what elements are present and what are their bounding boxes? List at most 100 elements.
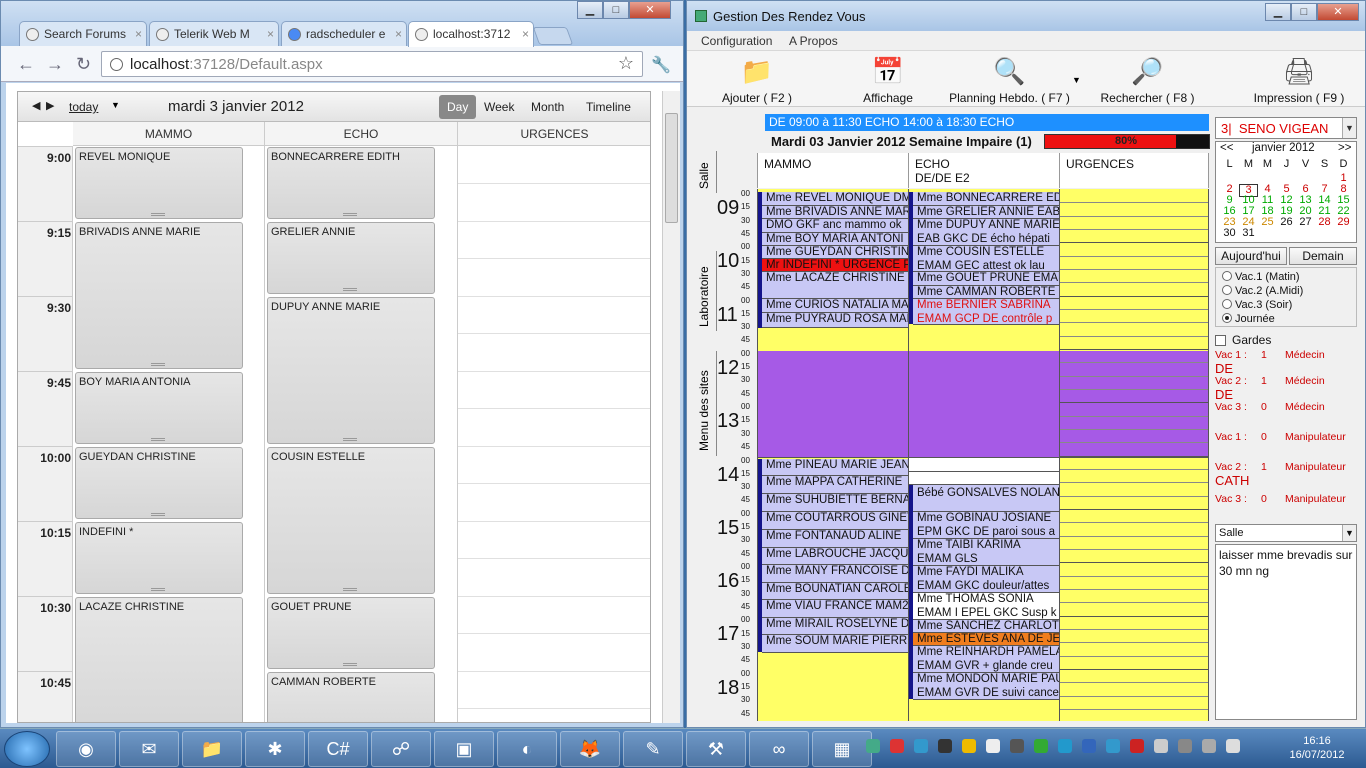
minimize-icon[interactable]: ▁ bbox=[577, 1, 603, 19]
appointment-row[interactable]: Bébé GONSALVES NOLAN bbox=[913, 485, 1059, 512]
display-button[interactable]: 📅 Affichage bbox=[853, 55, 923, 105]
appointment[interactable]: LACAZE CHRISTINE bbox=[75, 597, 243, 722]
view-week[interactable]: Week bbox=[476, 95, 522, 119]
weekly-planning-button[interactable]: 🔍 Planning Hebdo. ( F7 ) bbox=[947, 55, 1072, 105]
wrench-icon[interactable]: 🔧 bbox=[651, 55, 671, 75]
calendar-day[interactable]: 27 bbox=[1296, 217, 1315, 228]
network-taskbar-icon[interactable]: ☍ bbox=[371, 731, 431, 767]
close-tab-icon[interactable]: × bbox=[135, 27, 142, 41]
search-button[interactable]: 🔎 Rechercher ( F8 ) bbox=[1100, 55, 1195, 105]
appointment-row[interactable]: Mme SOUM MARIE PIERRE bbox=[762, 635, 908, 653]
appointment-row[interactable]: Mme CAMMAN ROBERTE E bbox=[913, 286, 1059, 299]
chrome-taskbar-icon[interactable]: ◉ bbox=[56, 731, 116, 767]
tab-menu-des-sites[interactable]: Menu des sites bbox=[695, 351, 717, 456]
prev-month-button[interactable]: << bbox=[1220, 142, 1233, 154]
appointment-row[interactable]: DMO GKF anc mammo ok bbox=[762, 219, 908, 233]
tab-salle[interactable]: Salle bbox=[695, 151, 717, 193]
tray-icon[interactable] bbox=[1058, 739, 1072, 753]
salle-select[interactable]: Salle ▼ bbox=[1215, 524, 1357, 542]
mammo-column[interactable]: REVEL MONIQUE BRIVADIS ANNE MARIE BOY MA… bbox=[73, 146, 265, 722]
address-bar[interactable]: localhost:37128/Default.aspx ☆ bbox=[101, 51, 643, 77]
appointment-row[interactable]: Mme SANCHEZ CHARLOT bbox=[913, 620, 1059, 633]
resize-handle[interactable] bbox=[150, 363, 165, 366]
resize-handle[interactable] bbox=[150, 438, 165, 441]
note-textarea[interactable]: laisser mme brevadis sur 30 mn ng bbox=[1215, 544, 1357, 720]
tray-icon[interactable] bbox=[866, 739, 880, 753]
radio-circle[interactable] bbox=[1222, 299, 1232, 310]
tray-icon[interactable] bbox=[1106, 739, 1120, 753]
appointment[interactable]: GUEYDAN CHRISTINE bbox=[75, 447, 243, 519]
dropdown-arrow-icon[interactable]: ▼ bbox=[1342, 525, 1356, 541]
editor-taskbar-icon[interactable]: ✎ bbox=[623, 731, 683, 767]
prev-day-icon[interactable]: ◀ bbox=[32, 99, 40, 112]
appointment[interactable]: BOY MARIA ANTONIA bbox=[75, 372, 243, 444]
appointment-row[interactable]: Mme GOBINAU JOSIANE bbox=[913, 512, 1059, 526]
appointment-row[interactable]: Mme SUHUBIETTE BERNA bbox=[762, 494, 908, 512]
next-day-icon[interactable]: ▶ bbox=[46, 99, 54, 112]
checkbox[interactable] bbox=[1215, 335, 1226, 347]
close-icon[interactable]: ✕ bbox=[1317, 3, 1359, 21]
resize-handle[interactable] bbox=[150, 588, 165, 591]
resize-handle[interactable] bbox=[342, 213, 357, 216]
minimize-icon[interactable]: ▁ bbox=[1265, 3, 1291, 21]
calendar-day[interactable]: 29 bbox=[1334, 217, 1353, 228]
appointment-row[interactable]: Mme REINHARDH PAMELA bbox=[913, 646, 1059, 660]
echo-column[interactable]: BONNECARRERE EDITH GRELIER ANNIE DUPUY A… bbox=[265, 146, 458, 722]
radio-vac1[interactable]: Vac.1 (Matin) bbox=[1222, 271, 1300, 283]
radio-circle[interactable] bbox=[1222, 271, 1232, 282]
new-tab-button[interactable] bbox=[532, 27, 574, 45]
appointment-row[interactable]: Mme GUEYDAN CHRISTIN bbox=[762, 246, 908, 259]
doctor-select[interactable]: 3| SENO VIGEAN ▼ bbox=[1215, 117, 1357, 139]
appointment-row[interactable]: Mme MONDON MARIE PAU bbox=[913, 673, 1059, 687]
appointment-row[interactable]: Mme DUPUY ANNE MARIE bbox=[913, 219, 1059, 233]
tab-telerik[interactable]: Telerik Web M × bbox=[149, 21, 279, 47]
resize-handle[interactable] bbox=[342, 288, 357, 291]
appointment-row[interactable]: Mme MANY FRANCOISE D bbox=[762, 565, 908, 583]
view-day[interactable]: Day bbox=[439, 95, 477, 119]
appointment-row[interactable]: Mme THOMAS SONIA bbox=[913, 593, 1059, 607]
tab-radscheduler[interactable]: radscheduler e × bbox=[281, 21, 407, 47]
tray-icon[interactable] bbox=[962, 739, 976, 753]
appointment-row[interactable]: Mme CURIOS NATALIA MA bbox=[762, 299, 908, 313]
appointment[interactable]: INDEFINI * bbox=[75, 522, 243, 594]
appointment[interactable]: BRIVADIS ANNE MARIE bbox=[75, 222, 243, 369]
appointment-row[interactable]: Mme LACAZE CHRISTINE bbox=[762, 272, 908, 299]
tray-icon[interactable] bbox=[890, 739, 904, 753]
today-link[interactable]: today bbox=[69, 100, 98, 114]
view-month[interactable]: Month bbox=[523, 95, 572, 119]
appointment[interactable]: GRELIER ANNIE bbox=[267, 222, 435, 294]
resize-handle[interactable] bbox=[342, 663, 357, 666]
dropdown-arrow-icon[interactable]: ▼ bbox=[1342, 118, 1356, 138]
webmatrix-taskbar-icon[interactable]: ✱ bbox=[245, 731, 305, 767]
tray-icon[interactable] bbox=[1154, 739, 1168, 753]
planning-urgences[interactable] bbox=[1059, 189, 1209, 721]
appointment-row[interactable]: Mme BRIVADIS ANNE MAR bbox=[762, 206, 908, 219]
tool-taskbar-icon[interactable]: ⚒ bbox=[686, 731, 746, 767]
calendar-day[interactable]: 30 bbox=[1220, 228, 1239, 239]
resize-handle[interactable] bbox=[342, 438, 357, 441]
calendar-taskbar-icon[interactable]: ▦ bbox=[812, 731, 872, 767]
appointment-row[interactable]: Mme TAIBI KARIMA bbox=[913, 539, 1059, 553]
calendar-day[interactable]: 31 bbox=[1239, 228, 1258, 239]
appointment-row[interactable]: Mme FAYDI MALIKA bbox=[913, 566, 1059, 580]
appointment[interactable]: REVEL MONIQUE bbox=[75, 147, 243, 219]
restore-icon[interactable]: □ bbox=[1291, 3, 1317, 21]
view-timeline[interactable]: Timeline bbox=[578, 95, 639, 119]
appointment-row[interactable]: Mme GRELIER ANNIE EAB bbox=[913, 206, 1059, 219]
reload-icon[interactable]: ↻ bbox=[76, 54, 91, 75]
csharp-taskbar-icon[interactable]: C# bbox=[308, 731, 368, 767]
appointment-row[interactable]: Mme VIAU FRANCE MAM2 bbox=[762, 600, 908, 618]
appointment-row[interactable]: Mme LABROUCHE JACQUE bbox=[762, 548, 908, 565]
resize-handle[interactable] bbox=[150, 513, 165, 516]
appointment[interactable]: DUPUY ANNE MARIE bbox=[267, 297, 435, 444]
close-icon[interactable]: ✕ bbox=[629, 1, 671, 19]
gardes-checkbox[interactable]: Gardes bbox=[1215, 333, 1271, 347]
outlook-taskbar-icon[interactable]: ✉ bbox=[119, 731, 179, 767]
calendar-day[interactable]: 28 bbox=[1315, 217, 1334, 228]
dropdown-arrow-icon[interactable]: ▼ bbox=[1072, 75, 1081, 85]
add-button[interactable]: 📁 Ajouter ( F2 ) bbox=[717, 55, 797, 105]
urgences-column[interactable] bbox=[458, 146, 650, 722]
tab-localhost[interactable]: localhost:3712 × bbox=[408, 21, 534, 47]
close-tab-icon[interactable]: × bbox=[267, 27, 274, 41]
menu-a-propos[interactable]: A Propos bbox=[789, 34, 838, 48]
